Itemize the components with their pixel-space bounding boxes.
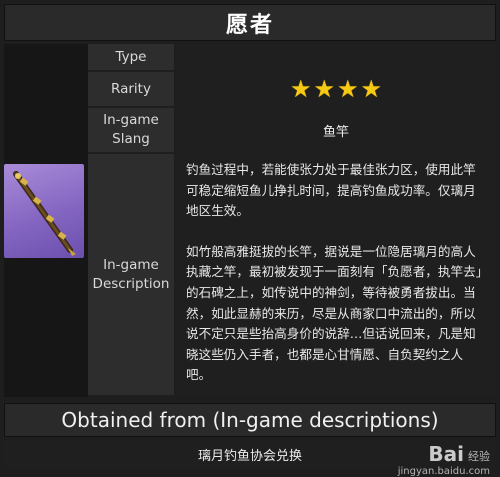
- item-title-bar: 愿者: [4, 4, 496, 41]
- row-type: Type: [88, 44, 496, 70]
- fishing-rod-drawing: [13, 171, 76, 256]
- slang-value: 鱼竿: [176, 108, 496, 152]
- description-paragraph: 钓鱼过程中，若能使张力处于最佳张力区，使用此竿可稳定缩短鱼儿挣扎时间，提高钓鱼成…: [186, 162, 476, 219]
- row-rarity: Rarity ★ ★ ★ ★: [88, 72, 496, 106]
- type-value: [176, 44, 496, 70]
- slang-label: In-game Slang: [88, 108, 174, 152]
- rarity-label: Rarity: [88, 72, 174, 106]
- obtained-source-bar: 璃月钓鱼协会兑换: [4, 440, 496, 468]
- obtained-heading-bar: Obtained from (In-game descriptions): [4, 403, 496, 437]
- star-icon: ★: [289, 75, 312, 103]
- star-icon: ★: [337, 75, 359, 103]
- star-icon: ★: [313, 75, 335, 103]
- description-label: In-game Description: [88, 154, 174, 395]
- star-icon: ★: [360, 75, 383, 103]
- obtained-heading: Obtained from (In-game descriptions): [61, 408, 439, 432]
- watermark-brand-suffix: 经验: [468, 450, 490, 463]
- description-value: 钓鱼过程中，若能使张力处于最佳张力区，使用此竿可稳定缩短鱼儿挣扎时间，提高钓鱼成…: [176, 154, 496, 395]
- type-label: Type: [88, 44, 174, 70]
- row-description: In-game Description 钓鱼过程中，若能使张力处于最佳张力区，使…: [88, 154, 496, 395]
- item-title: 愿者: [225, 12, 274, 38]
- row-slang: In-game Slang 鱼竿: [88, 108, 496, 152]
- description-paragraph: 如竹般高雅挺拔的长竿，据说是一位隐居璃月的高人执藏之竿，最初被发现于一面刻有「负…: [186, 243, 482, 383]
- rarity-stars: ★ ★ ★ ★: [176, 72, 496, 106]
- item-info-table: Type Rarity ★ ★ ★ ★ In-game Slang 鱼竿 In-gam…: [88, 44, 496, 397]
- watermark-brand: Bai: [428, 442, 464, 466]
- watermark-url: jingyan.baidu.com: [397, 466, 490, 477]
- watermark: Bai 经验 jingyan.baidu.com: [398, 442, 490, 477]
- obtained-source: 璃月钓鱼协会兑换: [197, 448, 302, 464]
- fishing-rod-icon: [4, 164, 84, 258]
